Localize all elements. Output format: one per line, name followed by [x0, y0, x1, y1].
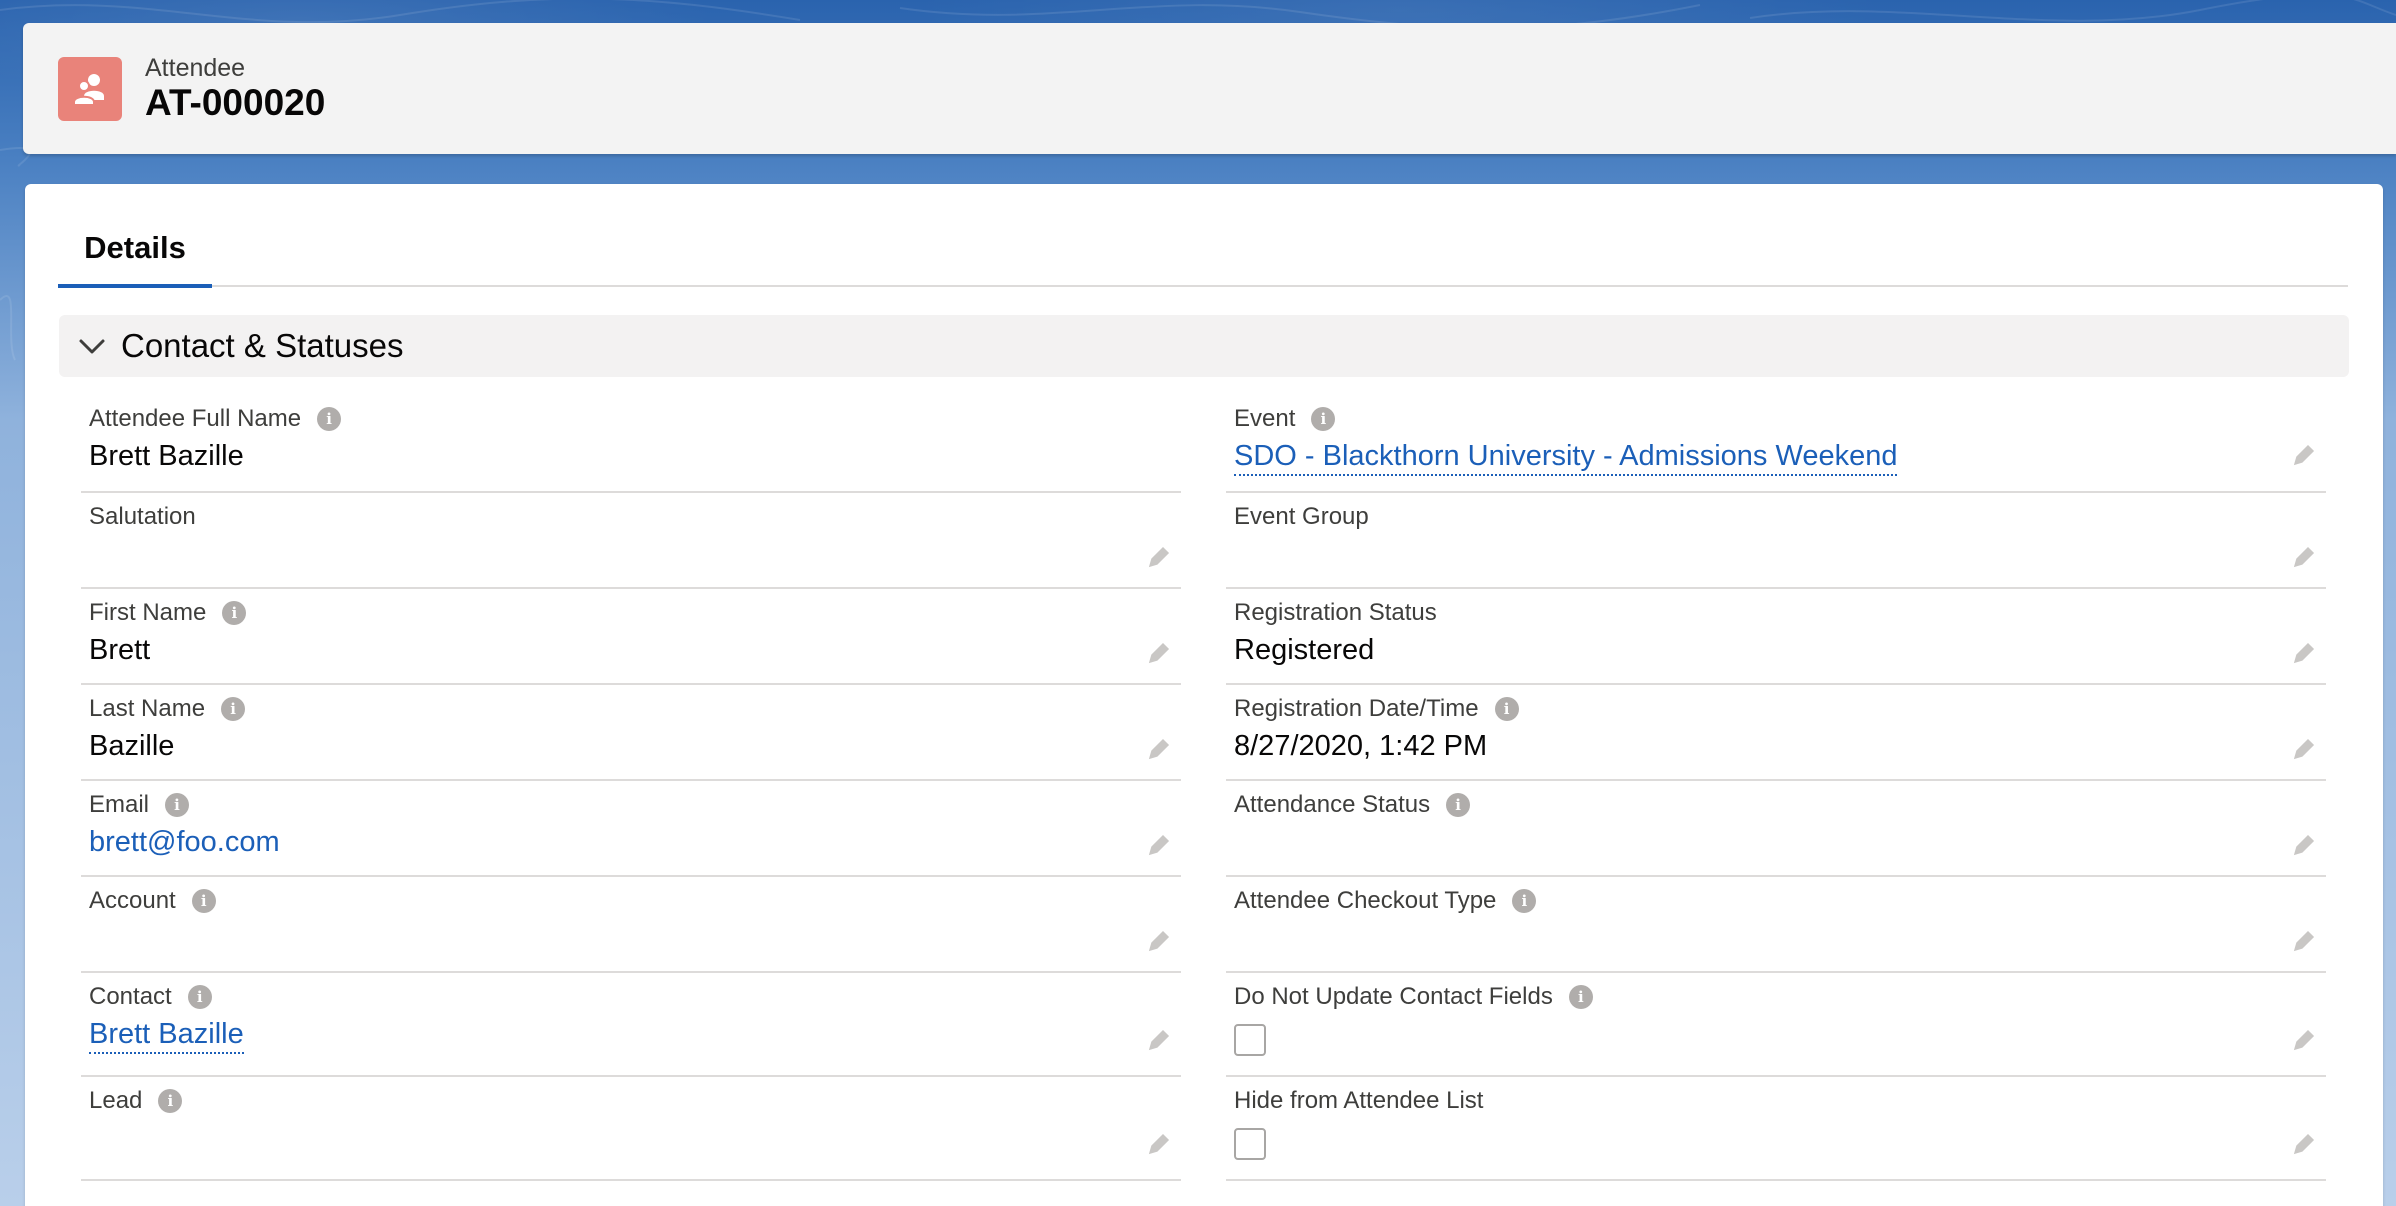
field-label: Contact i	[89, 983, 212, 1011]
field-label: Do Not Update Contact Fields i	[1234, 983, 1593, 1011]
chevron-down-icon[interactable]	[78, 332, 106, 360]
field-salutation: Salutation	[81, 493, 1181, 589]
field-label: Event Group	[1234, 503, 1369, 530]
info-icon[interactable]: i	[158, 1089, 183, 1113]
pencil-edit-icon[interactable]	[2290, 735, 2318, 763]
info-icon[interactable]: i	[1311, 407, 1336, 431]
field-registration-status: Registration Status Registered	[1226, 589, 2326, 685]
pencil-edit-icon[interactable]	[2290, 639, 2318, 667]
info-icon[interactable]: i	[221, 697, 246, 721]
field-event: Event i SDO - Blackthorn University - Adm…	[1226, 395, 2326, 493]
field-value: Registered	[1234, 634, 1375, 666]
record-name: AT-000020	[145, 82, 326, 123]
hide-from-attendee-list-checkbox[interactable]	[1234, 1128, 1266, 1160]
info-icon[interactable]: i	[165, 793, 190, 817]
field-label: Event i	[1234, 405, 1336, 433]
field-label: Hide from Attendee List	[1234, 1087, 1484, 1114]
section-header-contact-statuses[interactable]: Contact & Statuses	[59, 315, 2349, 377]
field-attendance-status: Attendance Status i	[1226, 781, 2326, 877]
field-label: Attendance Status i	[1234, 791, 1471, 819]
field-email: Email i brett@foo.com	[81, 781, 1181, 877]
tab-bar: Details	[58, 184, 2348, 288]
info-icon[interactable]: i	[1446, 793, 1471, 817]
field-label: Lead i	[89, 1087, 183, 1115]
field-contact: Contact i Brett Bazille	[81, 973, 1181, 1077]
field-label: Account i	[89, 887, 216, 915]
info-icon[interactable]: i	[317, 407, 342, 431]
info-icon[interactable]: i	[222, 601, 247, 625]
pencil-edit-icon[interactable]	[2290, 927, 2318, 955]
field-attendee-full-name: Attendee Full Name i Brett Bazille	[81, 395, 1181, 493]
field-label: Attendee Checkout Type i	[1234, 887, 1537, 915]
record-header: Attendee AT-000020	[23, 23, 2396, 154]
pencil-edit-icon[interactable]	[1145, 831, 1173, 859]
field-account: Account i	[81, 877, 1181, 973]
info-icon[interactable]: i	[187, 985, 212, 1009]
field-value: Brett Bazille	[89, 440, 244, 472]
detail-card: Details Contact & Statuses Attendee Full…	[25, 184, 2383, 1206]
pencil-edit-icon[interactable]	[1145, 1130, 1173, 1158]
do-not-update-contact-fields-checkbox[interactable]	[1234, 1024, 1266, 1056]
field-attendee-checkout-type: Attendee Checkout Type i	[1226, 877, 2326, 973]
pencil-edit-icon[interactable]	[2290, 831, 2318, 859]
event-link[interactable]: SDO - Blackthorn University - Admissions…	[1234, 440, 1898, 476]
tab-details[interactable]: Details	[58, 225, 212, 288]
pencil-edit-icon[interactable]	[2290, 441, 2318, 469]
field-last-name: Last Name i Bazille	[81, 685, 1181, 781]
field-first-name: First Name i Brett	[81, 589, 1181, 685]
field-label: Email i	[89, 791, 190, 819]
contact-link[interactable]: Brett Bazille	[89, 1018, 244, 1054]
field-label: Registration Date/Time i	[1234, 695, 1519, 723]
section-title: Contact & Statuses	[121, 327, 404, 364]
field-event-group: Event Group	[1226, 493, 2326, 589]
info-icon[interactable]: i	[191, 889, 216, 913]
pencil-edit-icon[interactable]	[1145, 1026, 1173, 1054]
info-icon[interactable]: i	[1568, 985, 1593, 1009]
pencil-edit-icon[interactable]	[1145, 927, 1173, 955]
field-value: Brett	[89, 634, 151, 666]
info-icon[interactable]: i	[1494, 697, 1519, 721]
email-link[interactable]: brett@foo.com	[89, 826, 280, 859]
pencil-edit-icon[interactable]	[1145, 639, 1173, 667]
field-label: Last Name i	[89, 695, 246, 723]
pencil-edit-icon[interactable]	[1145, 543, 1173, 571]
attendee-people-icon	[58, 57, 122, 121]
field-label: Registration Status	[1234, 599, 1437, 626]
field-hide-from-attendee-list: Hide from Attendee List	[1226, 1077, 2326, 1181]
pencil-edit-icon[interactable]	[2290, 1130, 2318, 1158]
field-label: Salutation	[89, 503, 196, 530]
pencil-edit-icon[interactable]	[2290, 1026, 2318, 1054]
field-lead: Lead i	[81, 1077, 1181, 1181]
field-label: Attendee Full Name i	[89, 405, 342, 433]
field-registration-datetime: Registration Date/Time i 8/27/2020, 1:42 …	[1226, 685, 2326, 781]
object-label: Attendee	[145, 54, 246, 82]
field-label: First Name i	[89, 599, 247, 627]
pencil-edit-icon[interactable]	[1145, 735, 1173, 763]
field-do-not-update-contact-fields: Do Not Update Contact Fields i	[1226, 973, 2326, 1077]
info-icon[interactable]: i	[1512, 889, 1537, 913]
field-value: 8/27/2020, 1:42 PM	[1234, 730, 1488, 762]
pencil-edit-icon[interactable]	[2290, 543, 2318, 571]
field-value: Bazille	[89, 730, 175, 762]
